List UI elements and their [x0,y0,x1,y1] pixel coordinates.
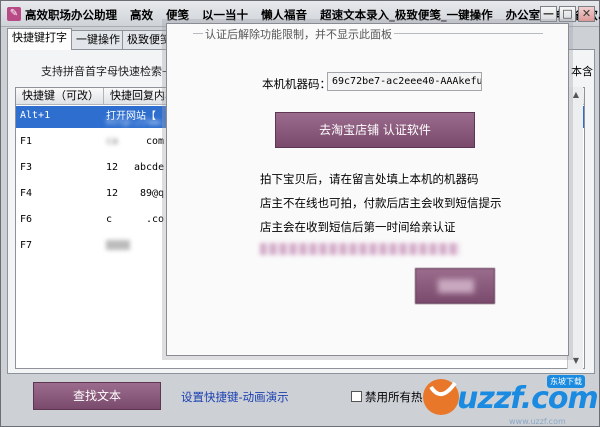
title-segment: 以一当十 [202,8,249,22]
instruction-line: 店主会在收到短信后第一时间给亲认证 [260,220,456,234]
redacted-line [260,243,460,255]
reply-text-blurred [106,240,130,250]
dialog-legend: 认证后解除功能限制，并不显示此面板 [203,26,394,42]
title-segment: 便笺 [166,8,190,22]
clipped-label: 本含 [571,65,593,78]
activation-dialog: 认证后解除功能限制，并不显示此面板 本机机器码： 69c72be7-ac2eee… [166,23,569,356]
main-window: ✎ 高效职场办公助理 高效 便笺 以一当十 懒人福音 超速文本录入_极致便笺_一… [0,0,600,427]
machine-code-label: 本机机器码： [262,77,331,91]
find-text-button[interactable]: 查找文本 [33,382,161,410]
reply-text: com [146,136,165,147]
tab-shortcut-typing[interactable]: 快捷键打字 [7,28,72,50]
machine-code-field[interactable]: 69c72be7-ac2eee40-AAAkefu [327,72,482,91]
reply-text-blurred: http://ww.erz [106,117,166,128]
shortcut-key: F4 [20,188,33,199]
restore-button[interactable]: □ [559,6,576,22]
disable-hotkeys-label: 禁用所有热 [365,390,423,404]
instruction-line: 拍下宝贝后，请在留言处填上本机的机器码 [260,172,479,186]
shortcut-key: Alt+1 [20,110,51,121]
vertical-scrollbar[interactable]: ▲ ▼ [567,87,583,369]
reply-text: 12 [106,188,119,199]
column-header-shortcut[interactable]: 快捷键（可改） [16,88,104,105]
disable-hotkeys-checkbox[interactable] [351,391,362,402]
app-logo-icon: ✎ [7,7,21,21]
redacted-button[interactable] [415,268,495,304]
watermark-logo-icon [423,379,459,415]
reply-text: 89@q [140,188,165,199]
minimize-button[interactable]: — [540,6,557,22]
instruction-line: 店主不在线也可拍，付款后店主会收到短信提示 [260,196,502,210]
title-segment: 高效 [130,8,154,22]
reply-text: c [106,214,113,225]
reply-text: 12 [106,162,119,173]
redacted-label [438,279,474,293]
close-button[interactable]: ✕ [578,6,595,22]
watermark-site: www.uzzf.com [509,417,566,426]
tab-one-click[interactable]: 一键操作 [71,30,125,49]
site-watermark: uzzf.com 东坡下载 www.uzzf.com [419,369,599,427]
shortcut-key: F1 [20,136,33,147]
scroll-up-icon[interactable]: ▲ [568,87,584,102]
reply-text: .co [146,214,165,225]
hotkey-demo-link[interactable]: 设置快捷键-动画演示 [181,389,289,405]
shortcut-key: F7 [20,240,33,251]
reply-text: abcde [134,162,165,173]
title-segment: 高效职场办公助理 [25,8,117,22]
search-hint: 支持拼音首字母快速检索→ [41,65,172,78]
reply-text-blurred: ca [106,136,119,147]
window-title: 高效职场办公助理 高效 便笺 以一当十 懒人福音 超速文本录入_极致便笺_一键操… [25,7,600,23]
shortcut-key: F6 [20,214,33,225]
scroll-down-icon[interactable]: ▼ [568,353,584,368]
title-segment: 懒人福音 [261,8,308,22]
taobao-verify-button[interactable]: 去淘宝店铺 认证软件 [275,112,475,148]
title-segment: 超速文本录入_极致便笺_一键操作 [320,8,493,22]
shortcut-key: F3 [20,162,33,173]
watermark-badge: 东坡下载 [547,375,585,388]
